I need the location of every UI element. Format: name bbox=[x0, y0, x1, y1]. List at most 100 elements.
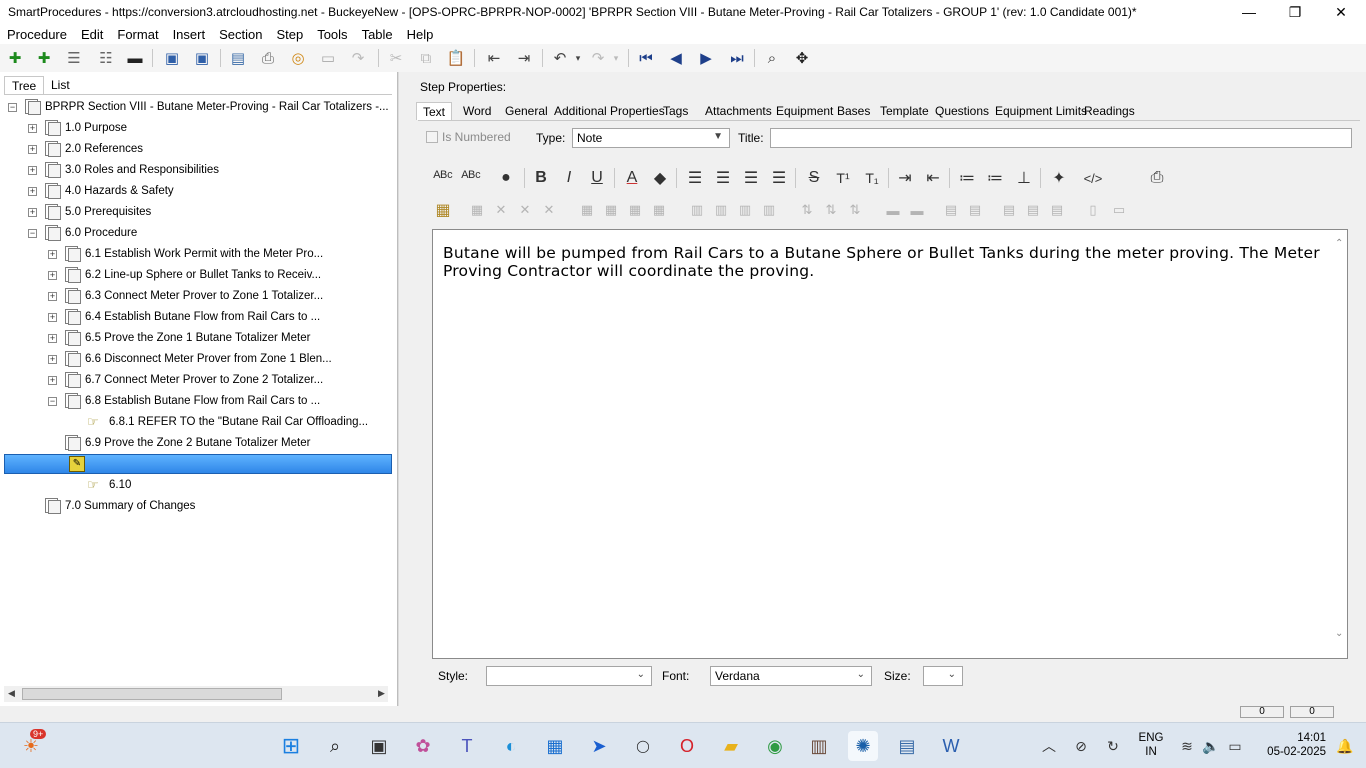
next-icon[interactable]: ▶ bbox=[696, 48, 716, 68]
word-icon[interactable]: W bbox=[936, 731, 966, 761]
teams-icon[interactable]: T bbox=[452, 731, 482, 761]
collapse-icon[interactable]: − bbox=[48, 396, 57, 406]
redo-icon[interactable]: ↷ bbox=[588, 48, 608, 68]
edge-icon[interactable]: ◐ bbox=[496, 731, 526, 761]
bold-icon[interactable]: B bbox=[530, 167, 552, 189]
font-select[interactable]: Verdana ⌄ bbox=[710, 666, 872, 686]
app-icon[interactable]: ▥ bbox=[804, 731, 834, 761]
tree-item[interactable]: + 6.3 Connect Meter Prover to Zone 1 Tot… bbox=[48, 286, 323, 306]
windows-start-icon[interactable]: ⊞ bbox=[276, 731, 306, 761]
tab-template[interactable]: Template bbox=[874, 102, 935, 120]
type-select[interactable]: Note ▼ bbox=[572, 128, 730, 148]
expand-icon[interactable]: + bbox=[48, 312, 57, 322]
menu-tools[interactable]: Tools bbox=[310, 27, 354, 42]
insert-line-icon[interactable]: ⊥ bbox=[1013, 167, 1035, 189]
tab-tags[interactable]: Tags bbox=[657, 102, 694, 120]
last-icon[interactable]: ⏭ bbox=[727, 48, 747, 68]
html-source-icon[interactable]: </> bbox=[1082, 167, 1104, 189]
collapse-icon[interactable]: − bbox=[8, 102, 17, 112]
menu-table[interactable]: Table bbox=[355, 27, 400, 42]
circle-icon[interactable]: ● bbox=[495, 167, 517, 189]
highlight-icon[interactable]: ◆ bbox=[649, 167, 671, 189]
window-icon[interactable]: ▭ bbox=[318, 48, 338, 68]
menu-format[interactable]: Format bbox=[110, 27, 165, 42]
monitor-icon[interactable]: ▤ bbox=[228, 48, 248, 68]
tree-item[interactable]: + 6.6 Disconnect Meter Prover from Zone … bbox=[48, 349, 332, 369]
tab-bases[interactable]: Bases bbox=[831, 102, 876, 120]
scroll-down-icon[interactable]: ⌄ bbox=[1335, 628, 1343, 639]
store-icon[interactable]: ▦ bbox=[540, 731, 570, 761]
tab-list[interactable]: List bbox=[44, 76, 77, 94]
close-button[interactable]: ✕ bbox=[1318, 0, 1364, 24]
tree-item-selected[interactable]: ✎ bbox=[4, 454, 392, 474]
menu-insert[interactable]: Insert bbox=[166, 27, 213, 42]
superscript-icon[interactable]: T¹ bbox=[832, 167, 854, 189]
clock-date[interactable]: 05-02-2025 bbox=[1256, 745, 1326, 759]
sync-icon[interactable]: ↻ bbox=[1098, 731, 1128, 761]
notification-bell-icon[interactable]: 🔔 bbox=[1330, 731, 1360, 761]
tree-item[interactable]: 7.0 Summary of Changes bbox=[43, 496, 195, 516]
outdent-icon[interactable]: ⇤ bbox=[922, 167, 944, 189]
menu-procedure[interactable]: Procedure bbox=[0, 27, 74, 42]
scroll-up-icon[interactable]: ⌃ bbox=[1335, 238, 1343, 249]
collapse-icon[interactable]: − bbox=[28, 228, 37, 238]
redo-dropdown-icon[interactable]: ▾ bbox=[606, 48, 626, 68]
menu-step[interactable]: Step bbox=[269, 27, 310, 42]
tree-item[interactable]: + 6.2 Line-up Sphere or Bullet Tanks to … bbox=[48, 265, 321, 285]
print-icon[interactable]: ⎙ bbox=[1146, 167, 1168, 189]
battery-icon[interactable]: ▭ bbox=[1220, 731, 1250, 761]
scroll-left-icon[interactable]: ◀ bbox=[8, 688, 15, 699]
print-icon[interactable]: ⎙ bbox=[258, 48, 278, 68]
menu-section[interactable]: Section bbox=[212, 27, 269, 42]
panel-splitter[interactable] bbox=[398, 72, 410, 706]
spellcheck-auto-icon[interactable]: ᴬᴮᶜ bbox=[460, 167, 482, 189]
style-select[interactable]: ⌄ bbox=[486, 666, 652, 686]
menu-help[interactable]: Help bbox=[400, 27, 441, 42]
indent-icon[interactable]: ⇥ bbox=[514, 48, 534, 68]
copy-icon[interactable]: ⧉ bbox=[416, 48, 436, 68]
tree-item[interactable]: + 5.0 Prerequisites bbox=[28, 202, 151, 222]
move-icon[interactable]: ✥ bbox=[792, 48, 812, 68]
list-icon[interactable]: ☰ bbox=[64, 48, 84, 68]
tree-item[interactable]: + 6.7 Connect Meter Prover to Zone 2 Tot… bbox=[48, 370, 323, 390]
add-substep-icon[interactable]: ✚ bbox=[34, 48, 54, 68]
scroll-thumb[interactable] bbox=[22, 688, 282, 700]
insert-table-icon[interactable]: ▦ bbox=[432, 199, 454, 221]
tree-item[interactable]: + 6.4 Establish Butane Flow from Rail Ca… bbox=[48, 307, 320, 327]
tab-readings[interactable]: Readings bbox=[1078, 102, 1141, 120]
expand-icon[interactable]: + bbox=[48, 354, 57, 364]
tab-general[interactable]: General bbox=[499, 102, 554, 120]
step-text-editor[interactable]: Butane will be pumped from Rail Cars to … bbox=[432, 229, 1348, 659]
numbered-list-icon[interactable]: ≔ bbox=[984, 167, 1006, 189]
tree-item[interactable]: − 6.0 Procedure bbox=[28, 223, 137, 243]
network-off-icon[interactable]: ⊘ bbox=[1066, 731, 1096, 761]
file-explorer-icon[interactable]: ▰ bbox=[716, 731, 746, 761]
tree-item[interactable]: + 6.1 Establish Work Permit with the Met… bbox=[48, 244, 323, 264]
maximize-button[interactable]: ❐ bbox=[1272, 0, 1318, 24]
magic-wand-icon[interactable]: ✦ bbox=[1048, 167, 1070, 189]
save-icon[interactable]: ▣ bbox=[162, 48, 182, 68]
title-input[interactable] bbox=[770, 128, 1352, 148]
language-line2[interactable]: IN bbox=[1136, 745, 1166, 759]
tree-horizontal-scrollbar[interactable]: ◀ ▶ bbox=[4, 686, 388, 702]
spellcheck-icon[interactable]: ᴬᴮᶜ bbox=[432, 167, 454, 189]
minimize-button[interactable]: — bbox=[1226, 0, 1272, 24]
clock-time[interactable]: 14:01 bbox=[1256, 731, 1326, 745]
find-replace-icon[interactable]: ⌕ bbox=[762, 48, 782, 68]
task-view-icon[interactable]: ▣ bbox=[364, 731, 394, 761]
power-automate-icon[interactable]: ➤ bbox=[584, 731, 614, 761]
editor-vertical-scrollbar[interactable]: ⌃ ⌄ bbox=[1333, 230, 1347, 658]
remove-icon[interactable]: ▬ bbox=[125, 48, 145, 68]
remote-desktop-icon[interactable]: ▤ bbox=[892, 731, 922, 761]
subscript-icon[interactable]: T₁ bbox=[861, 167, 883, 189]
strikethrough-icon[interactable]: S bbox=[803, 167, 825, 189]
tree-item[interactable]: ☞ 6.8.1 REFER TO the "Butane Rail Car Of… bbox=[87, 412, 368, 432]
dell-icon[interactable]: ◯ bbox=[628, 731, 658, 761]
tree-item[interactable]: 6.9 Prove the Zone 2 Butane Totalizer Me… bbox=[63, 433, 310, 453]
tree-item[interactable]: + 1.0 Purpose bbox=[28, 118, 127, 138]
tree-root[interactable]: − BPRPR Section VIII - Butane Meter-Prov… bbox=[8, 97, 389, 117]
add-step-icon[interactable]: ✚ bbox=[5, 48, 25, 68]
align-center-icon[interactable]: ☰ bbox=[712, 167, 734, 189]
tab-word[interactable]: Word bbox=[457, 102, 497, 120]
tab-equipment[interactable]: Equipment bbox=[770, 102, 839, 120]
